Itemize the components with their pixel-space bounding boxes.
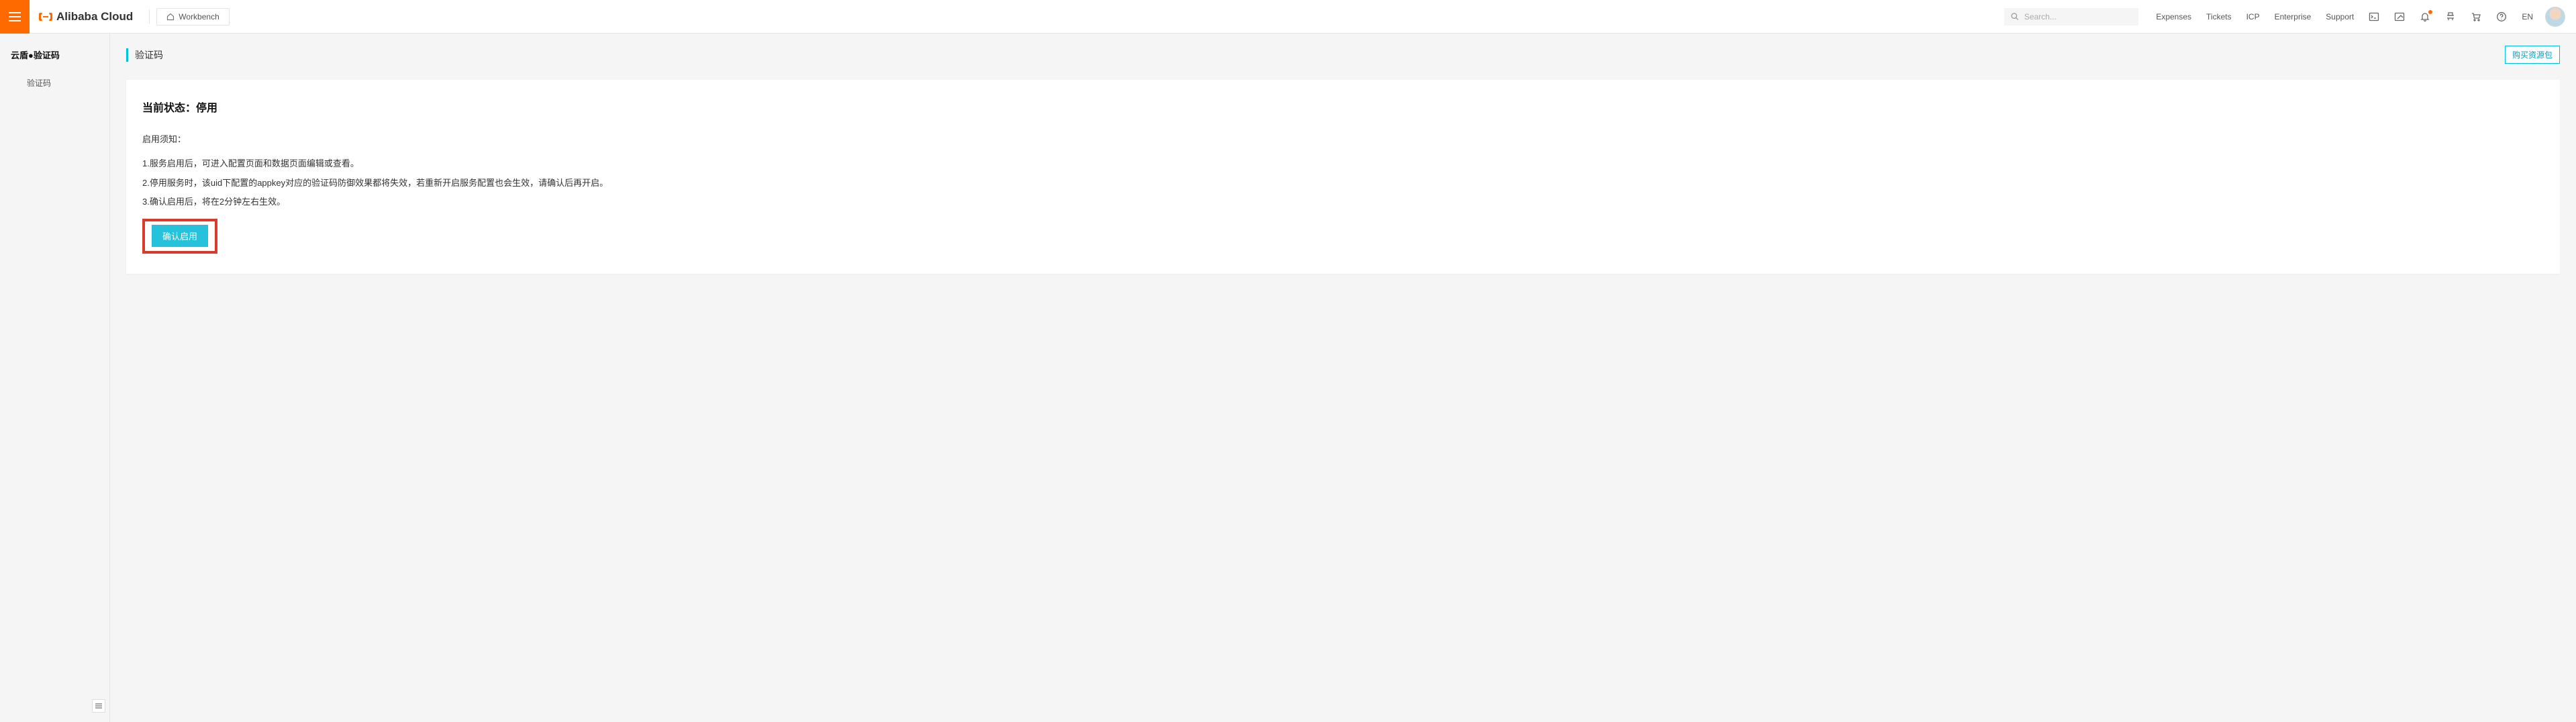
notice-item: 1.服务启用后，可进入配置页面和数据页面编辑或查看。 [142, 154, 2544, 174]
page-header: 验证码 购买资源包 [110, 34, 2576, 70]
current-status: 当前状态：停用 [142, 99, 2544, 115]
screenshot-icon[interactable] [2394, 11, 2405, 22]
notification-dot [2428, 10, 2432, 14]
notice-item: 3.确认启用后，将在2分钟左右生效。 [142, 193, 2544, 212]
resource-icon[interactable] [2445, 11, 2456, 22]
avatar[interactable] [2545, 7, 2565, 27]
nav-expenses[interactable]: Expenses [2156, 12, 2191, 21]
buy-resource-button[interactable]: 购买资源包 [2505, 46, 2560, 64]
status-label: 当前状态： [142, 103, 196, 114]
notice-list: 1.服务启用后，可进入配置页面和数据页面编辑或查看。 2.停用服务时，该uid下… [142, 154, 2544, 212]
confirm-enable-button[interactable]: 确认启用 [152, 225, 208, 247]
language-switch[interactable]: EN [2522, 12, 2533, 21]
sidebar: 云盾●验证码 验证码 [0, 34, 110, 722]
nav-enterprise[interactable]: Enterprise [2275, 12, 2312, 21]
brand-name: Alibaba Cloud [56, 10, 133, 23]
confirm-highlight-box: 确认启用 [142, 219, 217, 254]
search-icon [2011, 12, 2019, 21]
sidebar-item-captcha[interactable]: 验证码 [0, 70, 109, 95]
search-input[interactable] [2024, 12, 2132, 21]
sidebar-collapse-button[interactable] [92, 699, 105, 713]
alibaba-cloud-logo-icon [39, 12, 52, 21]
divider [149, 9, 150, 24]
cloudshell-icon[interactable] [2369, 11, 2379, 22]
notifications-icon[interactable] [2420, 11, 2430, 22]
help-icon[interactable] [2496, 11, 2507, 22]
status-value: 停用 [196, 103, 217, 114]
nav-support[interactable]: Support [2326, 12, 2354, 21]
cart-icon[interactable] [2471, 11, 2481, 22]
workbench-button[interactable]: Workbench [156, 8, 229, 25]
workbench-label: Workbench [179, 12, 219, 21]
topbar: Alibaba Cloud Workbench Expenses Tickets… [0, 0, 2576, 34]
home-icon [166, 13, 175, 21]
collapse-icon [95, 703, 102, 709]
top-nav: Expenses Tickets ICP Enterprise Support [2156, 12, 2354, 21]
sidebar-title: 云盾●验证码 [0, 46, 109, 70]
app-shell: 云盾●验证码 验证码 验证码 购买资源包 当前状态：停用 启用须知： 1.服务启… [0, 34, 2576, 722]
nav-tickets[interactable]: Tickets [2206, 12, 2232, 21]
hamburger-icon [9, 12, 21, 21]
main-content: 验证码 购买资源包 当前状态：停用 启用须知： 1.服务启用后，可进入配置页面和… [110, 34, 2576, 722]
status-card: 当前状态：停用 启用须知： 1.服务启用后，可进入配置页面和数据页面编辑或查看。… [126, 80, 2560, 274]
notice-heading: 启用须知： [142, 132, 2544, 145]
brand-home-link[interactable]: Alibaba Cloud [30, 10, 142, 23]
nav-icp[interactable]: ICP [2246, 12, 2260, 21]
notice-item: 2.停用服务时，该uid下配置的appkey对应的验证码防御效果都将失效，若重新… [142, 174, 2544, 193]
top-icon-tray [2369, 11, 2507, 22]
page-title: 验证码 [126, 48, 163, 62]
menu-toggle-button[interactable] [0, 0, 30, 34]
global-search[interactable] [2004, 8, 2138, 25]
